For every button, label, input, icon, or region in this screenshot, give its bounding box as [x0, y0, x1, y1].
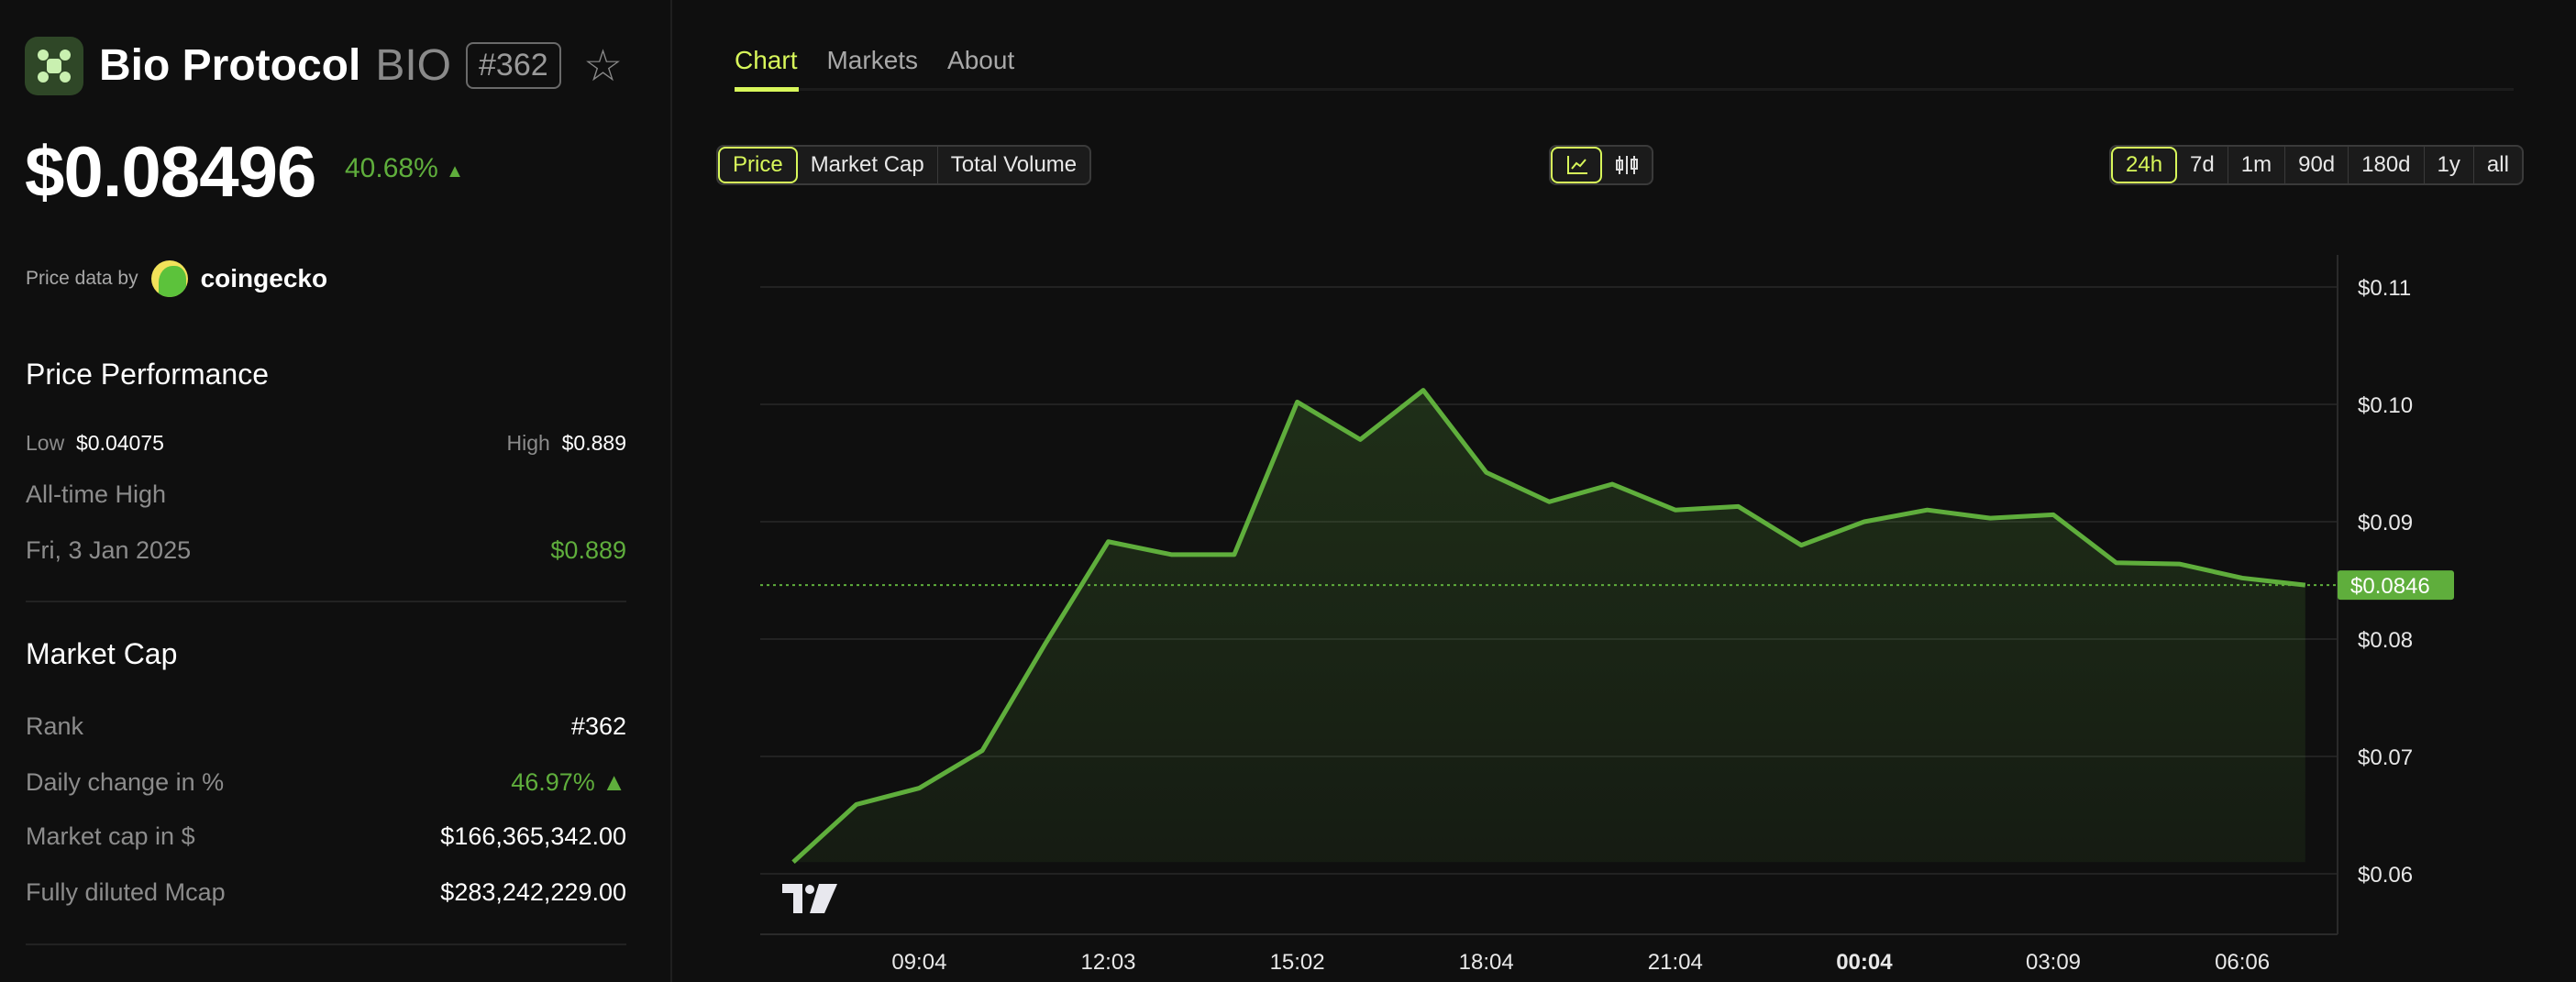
y-tick-label: $0.11 [2358, 276, 2411, 301]
x-tick-label: 00:04 [1836, 950, 1893, 975]
x-tick-label: 21:04 [1648, 950, 1703, 975]
x-tick-label: 18:04 [1459, 950, 1514, 975]
y-tick-label: $0.08 [2358, 628, 2413, 653]
tradingview-logo-icon[interactable] [782, 884, 837, 913]
y-tick-label: $0.10 [2358, 393, 2413, 418]
y-tick-label: $0.07 [2358, 745, 2413, 770]
current-price-label: $0.0846 [2350, 574, 2430, 599]
price-area-fill [793, 391, 2305, 863]
x-tick-label: 06:06 [2215, 950, 2270, 975]
price-chart[interactable]: $0.11 $0.10 $0.09 $0.08 $0.07 $0.06 09:04 12:03… [0, 0, 2576, 982]
y-tick-label: $0.09 [2358, 511, 2413, 535]
x-tick-label: 09:04 [891, 950, 946, 975]
x-tick-label: 03:09 [2026, 950, 2081, 975]
y-tick-label: $0.06 [2358, 863, 2413, 888]
x-tick-label: 12:03 [1080, 950, 1135, 975]
x-tick-label: 15:02 [1270, 950, 1325, 975]
